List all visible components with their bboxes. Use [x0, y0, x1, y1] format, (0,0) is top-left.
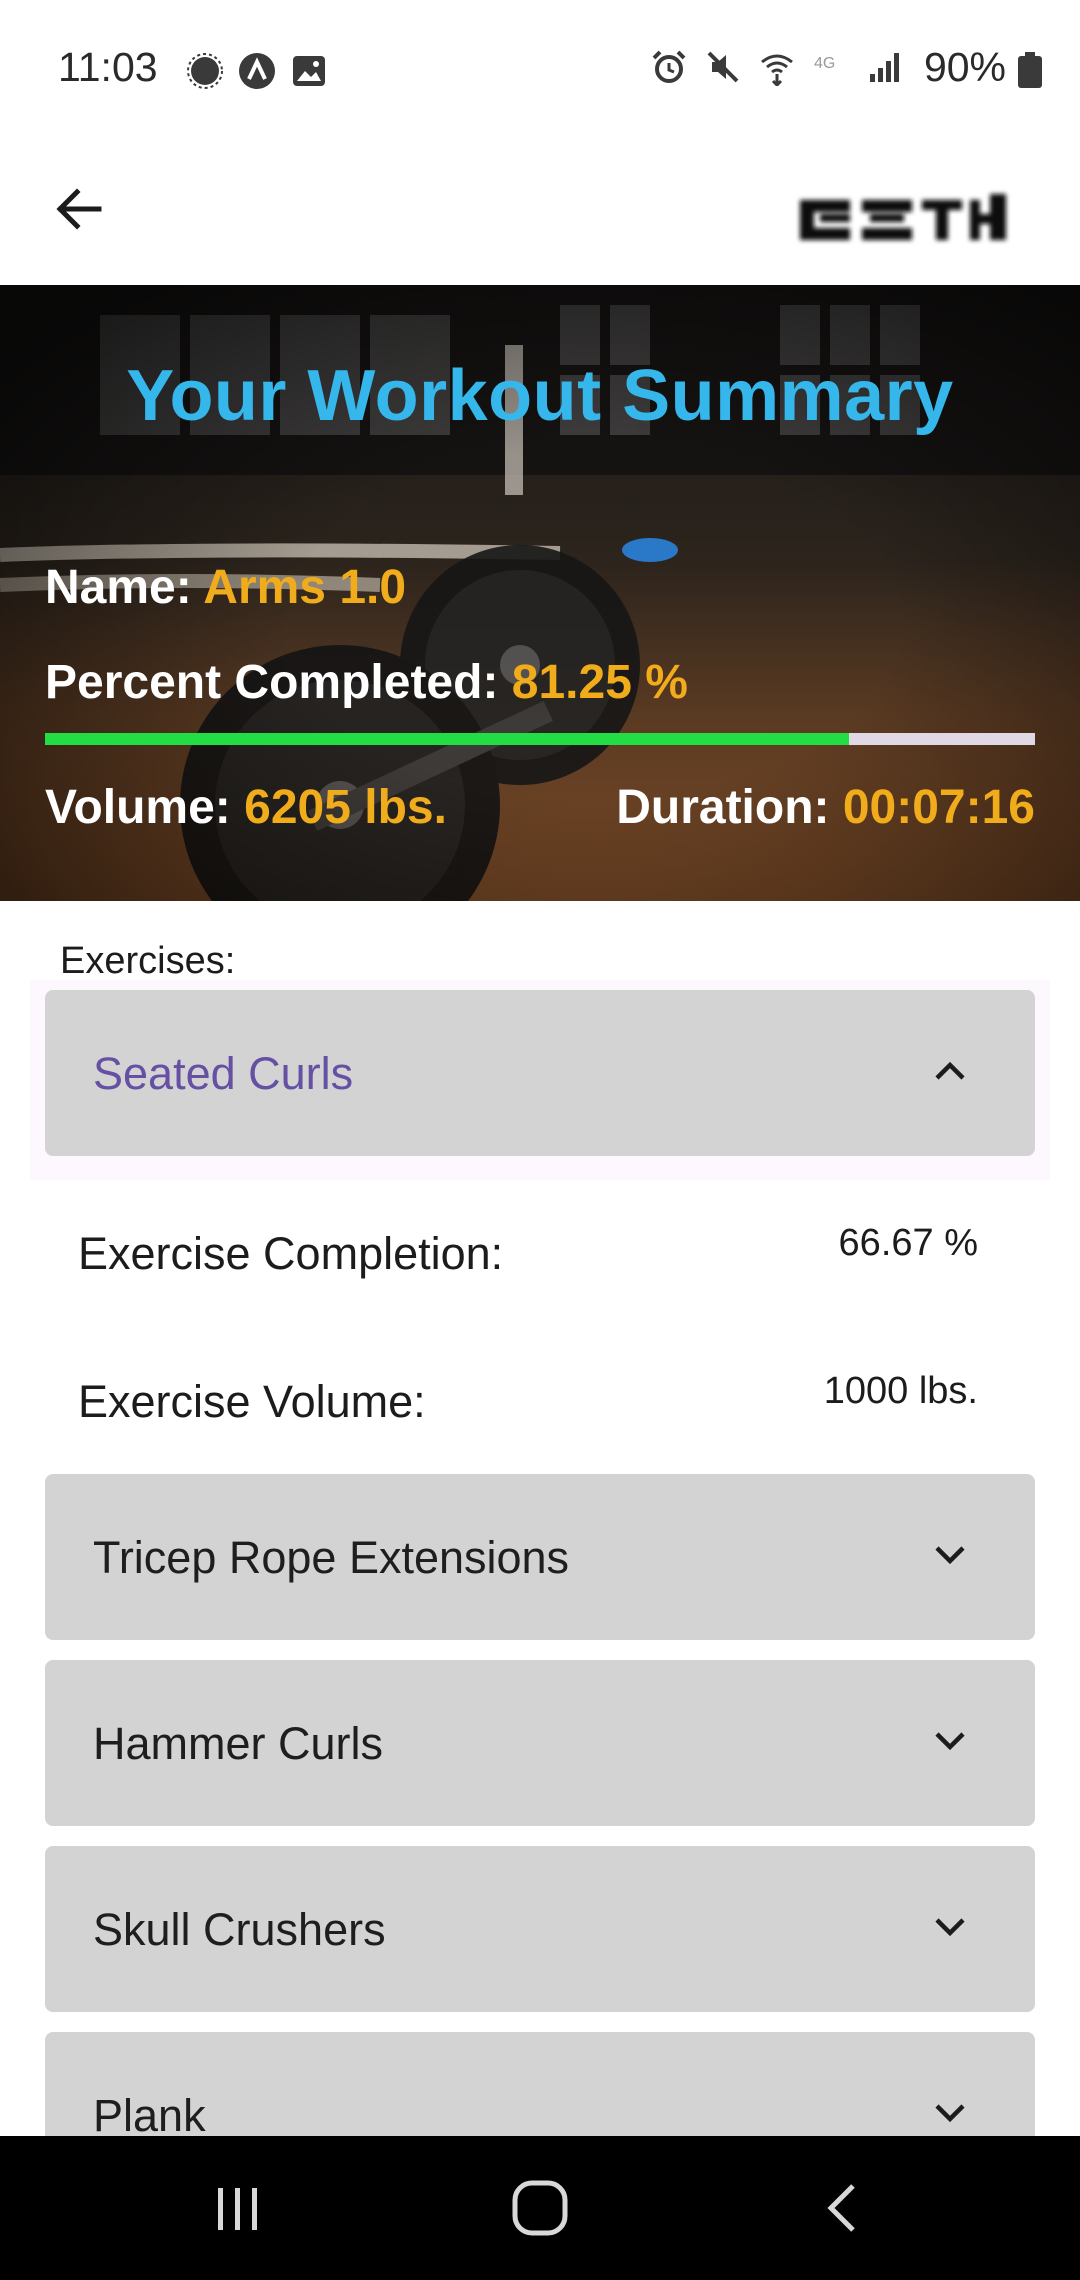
exercise-card-skull-crushers[interactable]: Skull Crushers [45, 1846, 1035, 2012]
battery-percent: 90% [923, 44, 1006, 90]
recents-icon [218, 2188, 257, 2230]
chevron-down-icon[interactable] [927, 1532, 973, 1578]
duration-value: 00:07:16 [842, 781, 1035, 834]
exercise-name: Hammer Curls [93, 1718, 384, 1769]
exercise-volume-label: Exercise Volume: [78, 1376, 426, 1427]
duration-label: Duration: [616, 781, 830, 834]
mute-icon [707, 51, 739, 83]
exercise-name: Skull Crushers [93, 1904, 386, 1955]
chevron-up-icon[interactable] [927, 1048, 973, 1094]
exercise-completion-value: 66.67 % [838, 1222, 978, 1264]
exercise-completion-row: Exercise Completion: 66.67 % [78, 1222, 978, 1280]
exercise-card-tricep-rope-extensions[interactable]: Tricep Rope Extensions [45, 1474, 1035, 1640]
signal-messenger-icon [187, 53, 223, 89]
exercise-completion-label: Exercise Completion: [78, 1228, 504, 1279]
exercise-card-hammer-curls[interactable]: Hammer Curls [45, 1660, 1035, 1826]
workout-progress-bar [45, 733, 1035, 745]
exercise-volume-value: 1000 lbs. [823, 1370, 978, 1412]
arrow-left-icon [56, 188, 102, 230]
status-left-icons [186, 52, 328, 90]
volume-row: Volume: 6205 lbs. [45, 780, 447, 835]
recents-button[interactable] [208, 2178, 268, 2238]
back-button[interactable] [40, 170, 118, 248]
system-navigation-bar [0, 2136, 1080, 2280]
status-bar: 11:03 4G 90% [0, 0, 1080, 140]
exercise-volume-row: Exercise Volume: 1000 lbs. [78, 1370, 978, 1428]
nav-back-icon [827, 2184, 855, 2232]
exercise-name: Tricep Rope Extensions [93, 1532, 570, 1583]
percent-completed-row: Percent Completed: 81.25 % [45, 655, 688, 710]
chevron-down-icon[interactable] [927, 1718, 973, 1764]
svg-text:4G: 4G [814, 55, 835, 72]
battery-icon [1018, 52, 1042, 88]
app-bar [0, 140, 1080, 285]
home-button[interactable] [510, 2178, 570, 2238]
status-right-icons: 4G [650, 48, 904, 86]
percent-completed-value: 81.25 % [511, 656, 688, 709]
workout-name-row: Name: Arms 1.0 [45, 560, 406, 615]
exercise-name: Seated Curls [93, 1048, 354, 1099]
workout-name-label: Name: [45, 561, 192, 614]
volume-value: 6205 lbs. [244, 781, 447, 834]
workout-name-value: Arms 1.0 [203, 561, 407, 614]
image-icon [293, 56, 325, 86]
home-icon [512, 2180, 568, 2236]
chevron-down-icon[interactable] [927, 2090, 973, 2136]
status-time: 11:03 [58, 44, 158, 90]
volume-label: Volume: [45, 781, 231, 834]
wifi-calling-icon [761, 54, 793, 86]
duration-row: Duration: 00:07:16 [616, 780, 1035, 835]
4g-icon: 4G [814, 55, 835, 72]
cellular-signal-icon [870, 53, 899, 82]
workout-summary-hero: Your Workout Summary Name: Arms 1.0 Perc… [0, 285, 1080, 901]
alarm-icon [652, 50, 686, 83]
nav-back-button[interactable] [815, 2178, 875, 2238]
chevron-down-icon[interactable] [927, 1904, 973, 1950]
exercise-card-seated-curls[interactable]: Seated Curls [45, 990, 1035, 1156]
workout-progress-fill [45, 733, 850, 745]
blurred-logo [800, 194, 1006, 240]
app-notification-icon [239, 53, 275, 89]
summary-title: Your Workout Summary [126, 356, 954, 436]
exercises-section-label: Exercises: [60, 940, 236, 982]
percent-completed-label: Percent Completed: [45, 656, 499, 709]
exercise-name: Plank [93, 2090, 206, 2141]
